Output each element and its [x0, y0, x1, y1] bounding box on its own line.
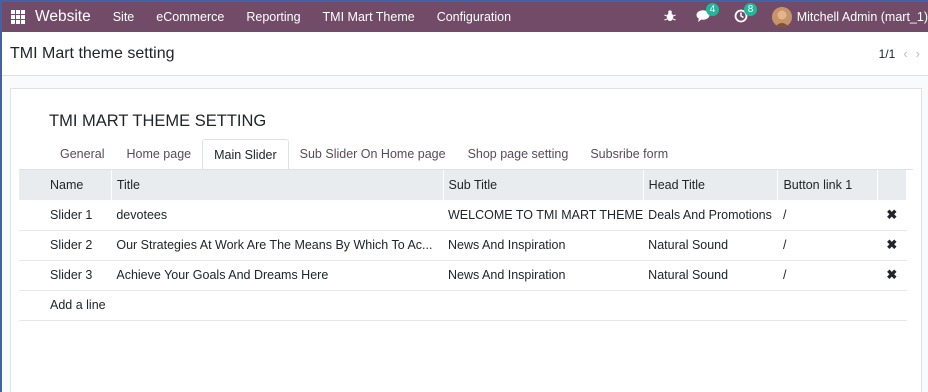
cell-button-link[interactable]: /	[777, 260, 878, 291]
control-panel: TMI Mart theme setting 1/1 ‹ ›	[2, 32, 928, 76]
tab-home-page[interactable]: Home page	[115, 139, 202, 170]
column-header-sub-title[interactable]: Sub Title	[443, 170, 644, 200]
cell-title[interactable]: devotees	[111, 200, 443, 231]
column-header-title[interactable]: Title	[111, 170, 444, 200]
table-row[interactable]: Slider 3 Achieve Your Goals And Dreams H…	[19, 260, 907, 291]
cell-sub-title[interactable]: News And Inspiration	[443, 260, 644, 291]
form-title: TMI MART THEME SETTING	[49, 112, 267, 130]
table-row[interactable]: Slider 1 devotees WELCOME TO TMI MART TH…	[19, 200, 907, 231]
app-brand[interactable]: Website	[35, 8, 91, 26]
slider-table: Name Title Sub Title Head Title Button l…	[19, 170, 908, 321]
cell-sub-title[interactable]: WELCOME TO TMI MART THEME	[443, 200, 644, 231]
cell-name[interactable]: Slider 3	[19, 260, 112, 291]
top-navbar: Website Site eCommerce Reporting TMI Mar…	[2, 2, 928, 32]
add-line-row: Add a line	[19, 290, 907, 321]
menu-ecommerce[interactable]: eCommerce	[156, 10, 224, 24]
pager-value[interactable]: 1/1	[879, 47, 896, 61]
column-header-delete	[877, 170, 908, 200]
menu-tmi-mart-theme[interactable]: TMI Mart Theme	[323, 10, 415, 24]
chevron-right-icon[interactable]: ›	[916, 46, 920, 61]
tab-subsribe-form[interactable]: Subsribe form	[579, 139, 679, 170]
notebook-tabs: General Home page Main Slider Sub Slider…	[49, 139, 679, 170]
close-x-icon[interactable]: ✖	[877, 260, 907, 291]
app-window: Website Site eCommerce Reporting TMI Mar…	[0, 0, 928, 392]
menu-reporting[interactable]: Reporting	[246, 10, 300, 24]
cell-title[interactable]: Achieve Your Goals And Dreams Here	[111, 260, 443, 291]
menu-configuration[interactable]: Configuration	[437, 10, 511, 24]
cell-title[interactable]: Our Strategies At Work Are The Means By …	[111, 230, 443, 261]
chevron-left-icon[interactable]: ‹	[903, 46, 907, 61]
cell-head-title[interactable]: Deals And Promotions	[643, 200, 778, 231]
user-menu[interactable]: Mitchell Admin (mart_1)	[797, 10, 928, 24]
tab-sub-slider[interactable]: Sub Slider On Home page	[289, 139, 457, 170]
column-header-button-link[interactable]: Button link 1	[777, 170, 878, 200]
cell-button-link[interactable]: /	[777, 230, 878, 261]
form-view: TMI MART THEME SETTING General Home page…	[2, 76, 928, 392]
column-header-name[interactable]: Name	[19, 170, 112, 200]
navbar-systray: 4 8 Mitchell Admin (mart_1)	[663, 2, 928, 32]
clock-icon[interactable]: 8	[734, 3, 758, 25]
cell-head-title[interactable]: Natural Sound	[643, 260, 778, 291]
table-header-row: Name Title Sub Title Head Title Button l…	[19, 170, 908, 200]
apps-grid-icon[interactable]	[11, 10, 25, 24]
activities-badge: 8	[743, 3, 758, 16]
bug-icon[interactable]	[663, 9, 676, 25]
tab-main-slider[interactable]: Main Slider	[202, 139, 289, 170]
tab-general[interactable]: General	[49, 139, 115, 170]
cell-name[interactable]: Slider 2	[19, 230, 112, 261]
cell-head-title[interactable]: Natural Sound	[643, 230, 778, 261]
chat-icon[interactable]: 4	[696, 3, 720, 25]
column-header-head-title[interactable]: Head Title	[643, 170, 779, 200]
cell-name[interactable]: Slider 1	[19, 200, 112, 231]
close-x-icon[interactable]: ✖	[877, 230, 907, 261]
cell-sub-title[interactable]: News And Inspiration	[443, 230, 644, 261]
menu-site[interactable]: Site	[113, 10, 135, 24]
breadcrumb: TMI Mart theme setting	[10, 44, 175, 62]
form-sheet: TMI MART THEME SETTING General Home page…	[10, 88, 922, 392]
pager: 1/1 ‹ ›	[879, 46, 920, 61]
user-avatar[interactable]	[771, 7, 792, 27]
messages-badge: 4	[705, 3, 720, 16]
close-x-icon[interactable]: ✖	[877, 200, 907, 231]
table-row[interactable]: Slider 2 Our Strategies At Work Are The …	[19, 230, 907, 261]
add-line-link[interactable]: Add a line	[19, 290, 907, 321]
tab-shop-page-setting[interactable]: Shop page setting	[457, 139, 580, 170]
cell-button-link[interactable]: /	[777, 200, 878, 231]
